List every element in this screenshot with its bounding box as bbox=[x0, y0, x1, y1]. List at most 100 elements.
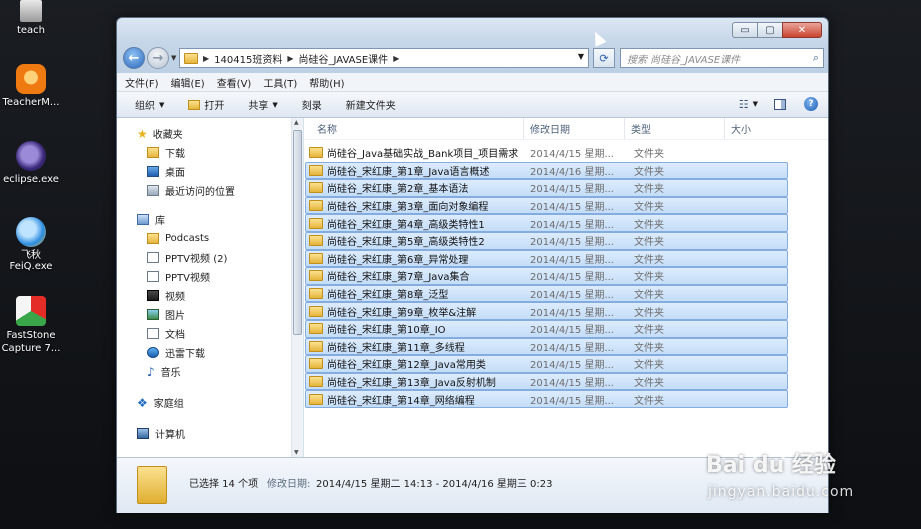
menu-tools[interactable]: 工具(T) bbox=[263, 75, 297, 90]
desktop-icon-eclipse[interactable]: eclipse.exe bbox=[0, 141, 66, 185]
file-row[interactable]: 尚硅谷_宋红康_第2章_基本语法 2014/4/15 星期... 文件夹 bbox=[305, 179, 788, 197]
file-name-text: 尚硅谷_宋红康_第2章_基本语法 bbox=[327, 184, 469, 196]
file-row[interactable]: 尚硅谷_宋红康_第10章_IO 2014/4/15 星期... 文件夹 bbox=[305, 319, 788, 338]
nav-item-podcasts[interactable]: Podcasts bbox=[117, 229, 303, 248]
nav-label: 家庭组 bbox=[153, 399, 184, 410]
new-folder-label: 新建文件夹 bbox=[345, 101, 396, 112]
forward-button[interactable]: → bbox=[147, 47, 169, 69]
nav-item-pptv-2[interactable]: PPTV视频 (2) bbox=[117, 248, 303, 267]
minimize-button[interactable]: ▭ bbox=[732, 22, 758, 38]
nav-item-desktop[interactable]: 桌面 bbox=[117, 162, 303, 181]
scrollbar-thumb[interactable] bbox=[293, 130, 302, 335]
nav-item-downloads[interactable]: 下载 bbox=[117, 143, 303, 162]
address-bar[interactable]: ▶ 140415班资料 ▶ 尚硅谷_JAVASE课件 ▶ ▼ bbox=[179, 48, 589, 68]
file-row[interactable]: 尚硅谷_宋红康_第1章_Java语言概述 2014/4/16 星期... 文件夹 bbox=[305, 161, 788, 180]
file-date: 2014/4/15 星期... bbox=[530, 342, 614, 354]
breadcrumb-separator[interactable]: ▶ bbox=[393, 54, 399, 63]
address-dropdown[interactable]: ▼ bbox=[578, 52, 584, 61]
column-header-name[interactable]: 名称 bbox=[304, 121, 523, 136]
file-row[interactable]: 尚硅谷_宋红康_第9章_枚举&注解 2014/4/15 星期... 文件夹 bbox=[305, 302, 788, 320]
nav-item-music[interactable]: ♪ 音乐 bbox=[117, 362, 303, 381]
breadcrumb-item[interactable]: 140415班资料 bbox=[214, 51, 282, 66]
chevron-down-icon[interactable]: ▼ bbox=[753, 100, 758, 108]
eclipse-icon bbox=[16, 141, 46, 171]
file-row[interactable]: 尚硅谷_Java基础实战_Bank项目_项目需求 2014/4/15 星期... 文… bbox=[305, 144, 788, 162]
file-row[interactable]: 尚硅谷_宋红康_第5章_高级类特性2 2014/4/15 星期... 文件夹 bbox=[305, 231, 788, 250]
desktop-icon-teach[interactable]: teach bbox=[0, 0, 66, 36]
preview-pane-icon[interactable] bbox=[774, 98, 786, 110]
close-button[interactable]: ✕ bbox=[782, 22, 822, 38]
file-row[interactable]: 尚硅谷_宋红康_第12章_Java常用类 2014/4/15 星期... 文件夹 bbox=[305, 355, 788, 373]
breadcrumb-item[interactable]: 尚硅谷_JAVASE课件 bbox=[299, 51, 389, 66]
file-type: 文件夹 bbox=[634, 325, 664, 337]
computer-group: 计算机 bbox=[117, 424, 303, 443]
scroll-down-icon[interactable]: ▼ bbox=[294, 449, 299, 456]
desktop-icon-feiq[interactable]: 飞秋 FeiQ.exe bbox=[0, 217, 66, 272]
star-icon: ★ bbox=[137, 126, 148, 141]
watermark-url: jingyan.baidu.com bbox=[708, 484, 855, 500]
menu-view[interactable]: 查看(V) bbox=[217, 75, 252, 90]
column-header-date[interactable]: 修改日期 bbox=[523, 118, 624, 139]
desktop-icon-teacherm[interactable]: TeacherM... bbox=[0, 64, 66, 108]
column-header-type[interactable]: 类型 bbox=[624, 118, 724, 139]
back-button[interactable]: ← bbox=[123, 47, 145, 69]
maximize-button[interactable]: ▢ bbox=[757, 22, 783, 38]
burn-button[interactable]: 刻录 bbox=[302, 97, 322, 112]
folder-icon bbox=[147, 233, 159, 244]
open-button[interactable]: 打开 bbox=[188, 97, 224, 112]
breadcrumb-separator[interactable]: ▶ bbox=[287, 54, 293, 63]
nav-label: 库 bbox=[155, 216, 165, 227]
file-row[interactable]: 尚硅谷_宋红康_第13章_Java反射机制 2014/4/15 星期... 文件夹 bbox=[305, 372, 788, 391]
file-type: 文件夹 bbox=[634, 202, 664, 214]
file-name-text: 尚硅谷_Java基础实战_Bank项目_项目需求 bbox=[327, 149, 519, 161]
folder-icon bbox=[309, 147, 323, 159]
file-name: 尚硅谷_宋红康_第7章_Java集合 bbox=[306, 268, 525, 283]
nav-label: PPTV视频 bbox=[165, 273, 211, 284]
file-row[interactable]: 尚硅谷_宋红康_第4章_高级类特性1 2014/4/15 星期... 文件夹 bbox=[305, 214, 788, 232]
file-type: 文件夹 bbox=[634, 360, 664, 372]
share-button[interactable]: 共享 ▼ bbox=[248, 97, 277, 113]
file-row[interactable]: 尚硅谷_宋红康_第7章_Java集合 2014/4/15 星期... 文件夹 bbox=[305, 267, 788, 285]
file-name-text: 尚硅谷_宋红康_第7章_Java集合 bbox=[327, 272, 470, 284]
nav-libraries[interactable]: 库 bbox=[117, 210, 303, 229]
folder-icon bbox=[309, 323, 323, 335]
nav-favorites[interactable]: ★ 收藏夹 bbox=[117, 124, 303, 143]
recent-pages-dropdown[interactable]: ▼ bbox=[171, 54, 176, 62]
menu-edit[interactable]: 编辑(E) bbox=[171, 75, 205, 90]
title-bar[interactable]: ▭ ▢ ✕ bbox=[117, 18, 828, 43]
scroll-up-icon[interactable]: ▲ bbox=[294, 119, 299, 126]
search-input[interactable]: 搜索 尚硅谷_JAVASE课件 ⌕ bbox=[620, 48, 824, 68]
view-options-icon[interactable]: ☷ bbox=[739, 98, 749, 111]
nav-scrollbar[interactable]: ▲ ▼ bbox=[291, 118, 303, 457]
nav-label: 视频 bbox=[165, 292, 185, 303]
file-row[interactable]: 尚硅谷_宋红康_第14章_网络编程 2014/4/15 星期... 文件夹 bbox=[305, 390, 788, 408]
refresh-button[interactable]: ⟳ bbox=[593, 48, 615, 68]
menu-file[interactable]: 文件(F) bbox=[125, 75, 159, 90]
nav-item-pictures[interactable]: 图片 bbox=[117, 305, 303, 324]
file-row[interactable]: 尚硅谷_宋红康_第8章_泛型 2014/4/15 星期... 文件夹 bbox=[305, 284, 788, 303]
nav-computer[interactable]: 计算机 bbox=[117, 424, 303, 443]
file-row[interactable]: 尚硅谷_宋红康_第6章_异常处理 2014/4/15 星期... 文件夹 bbox=[305, 249, 788, 268]
breadcrumb-separator[interactable]: ▶ bbox=[203, 54, 209, 63]
nav-label: 下载 bbox=[165, 149, 185, 160]
menu-help[interactable]: 帮助(H) bbox=[309, 75, 344, 90]
modified-date-value: 2014/4/15 星期二 14:13 - 2014/4/16 星期三 0:23 bbox=[316, 479, 553, 490]
nav-item-pptv[interactable]: PPTV视频 bbox=[117, 267, 303, 286]
search-icon[interactable]: ⌕ bbox=[813, 51, 819, 65]
nav-item-documents[interactable]: 文档 bbox=[117, 324, 303, 343]
new-folder-button[interactable]: 新建文件夹 bbox=[346, 97, 396, 112]
help-icon[interactable]: ? bbox=[804, 97, 818, 111]
organize-button[interactable]: 组织 ▼ bbox=[135, 97, 164, 113]
nav-homegroup[interactable]: ❖ 家庭组 bbox=[117, 393, 303, 412]
file-type: 文件夹 bbox=[634, 149, 664, 161]
nav-item-recent[interactable]: 最近访问的位置 bbox=[117, 181, 303, 200]
file-type: 文件夹 bbox=[634, 166, 664, 178]
desktop-icon-faststone[interactable]: FastStone Capture 7... bbox=[0, 296, 66, 355]
file-row[interactable]: 尚硅谷_宋红康_第11章_多线程 2014/4/15 星期... 文件夹 bbox=[305, 337, 788, 356]
nav-label: Podcasts bbox=[165, 233, 210, 244]
nav-item-videos[interactable]: 视频 bbox=[117, 286, 303, 305]
file-row[interactable]: 尚硅谷_宋红康_第3章_面向对象编程 2014/4/15 星期... 文件夹 bbox=[305, 196, 788, 215]
nav-item-thunder[interactable]: 迅雷下载 bbox=[117, 343, 303, 362]
search-placeholder: 搜索 尚硅谷_JAVASE课件 bbox=[627, 54, 741, 66]
column-header-size[interactable]: 大小 bbox=[724, 118, 784, 139]
